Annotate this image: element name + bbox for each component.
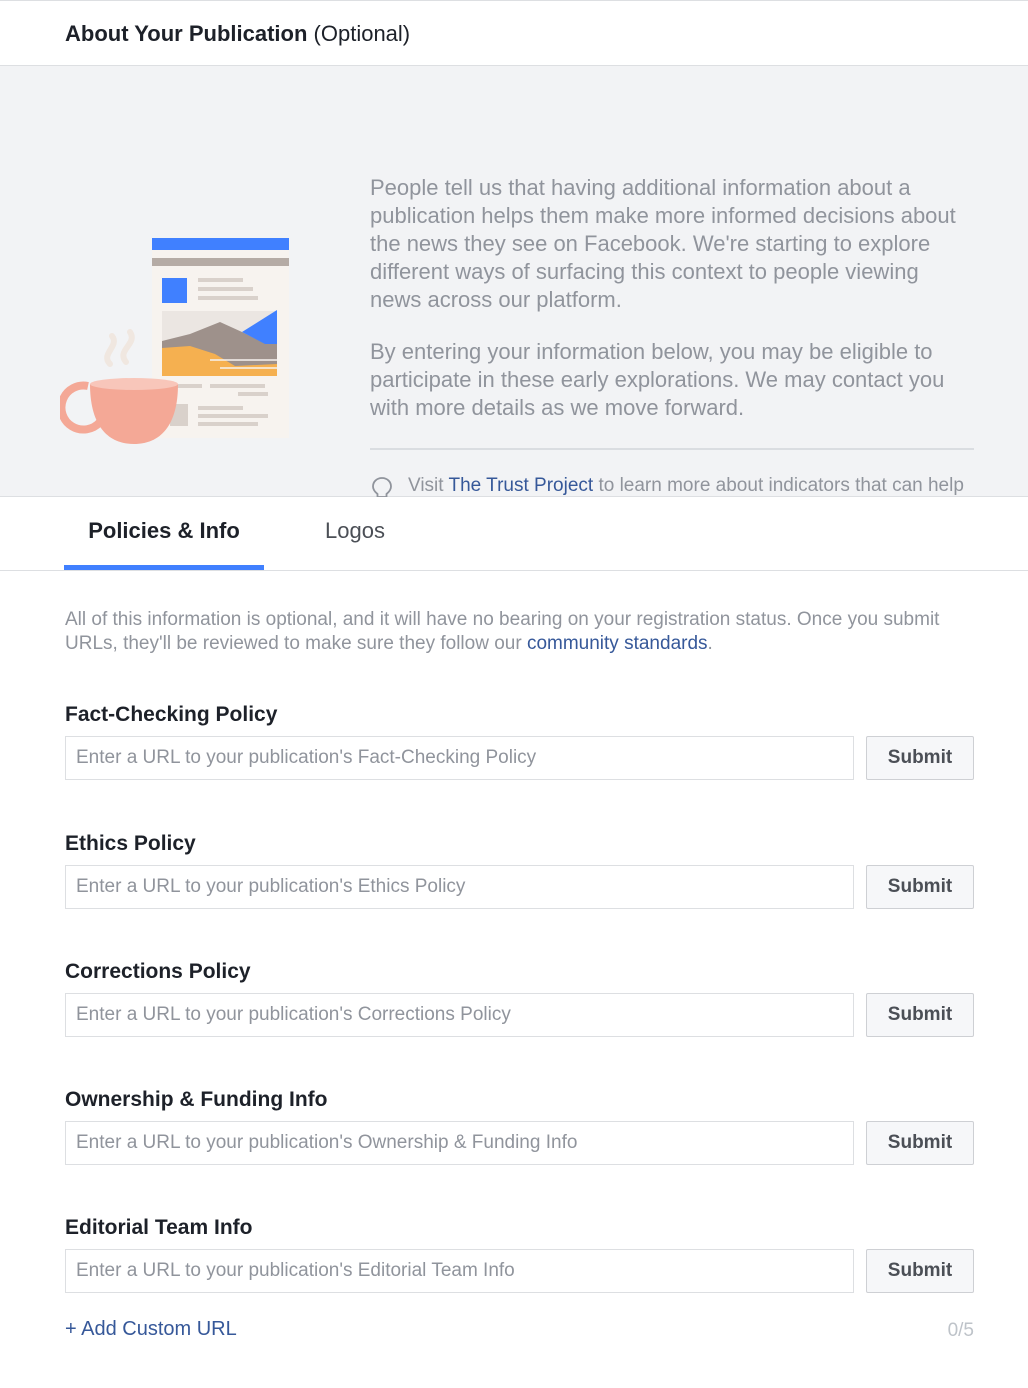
corrections-policy-label: Corrections Policy xyxy=(65,960,251,983)
section-title-optional: (Optional) xyxy=(313,21,411,46)
corrections-policy-submit-button[interactable]: Submit xyxy=(866,993,974,1037)
ethics-policy-label: Ethics Policy xyxy=(65,832,196,855)
corrections-policy-row: Submit xyxy=(65,993,974,1037)
editorial-team-info-label: Editorial Team Info xyxy=(65,1216,253,1239)
fact-checking-policy-field: Fact-Checking Policy Submit xyxy=(65,702,974,780)
ethics-policy-row: Submit xyxy=(65,865,974,909)
ownership-funding-info-row: Submit xyxy=(65,1121,974,1165)
optional-notice: All of this information is optional, and… xyxy=(65,608,985,656)
ownership-funding-info-field: Ownership & Funding Info Submit xyxy=(65,1087,974,1165)
intro-text: People tell us that having additional in… xyxy=(370,174,974,446)
ethics-policy-field: Ethics Policy Submit xyxy=(65,831,974,909)
ethics-policy-submit-button[interactable]: Submit xyxy=(866,865,974,909)
trust-project-link[interactable]: The Trust Project xyxy=(449,475,594,496)
section-title: About Your Publication (Optional) xyxy=(65,21,410,47)
ownership-funding-info-input[interactable] xyxy=(65,1121,854,1165)
intro-paragraph-2: By entering your information below, you … xyxy=(370,339,945,420)
notice-text: All of this information is optional, and… xyxy=(65,609,940,654)
add-custom-url-link[interactable]: + Add Custom URL xyxy=(65,1318,237,1341)
intro-divider xyxy=(370,448,974,450)
section-header: About Your Publication (Optional) xyxy=(0,0,1028,66)
corrections-policy-input[interactable] xyxy=(65,993,854,1037)
editorial-team-info-submit-button[interactable]: Submit xyxy=(866,1249,974,1293)
newspaper-coffee-illustration xyxy=(60,238,289,444)
community-standards-link[interactable]: community standards xyxy=(527,633,708,654)
editorial-team-info-row: Submit xyxy=(65,1249,974,1293)
fact-checking-policy-input[interactable] xyxy=(65,736,854,780)
intro-panel: People tell us that having additional in… xyxy=(0,66,1028,520)
editorial-team-info-input[interactable] xyxy=(65,1249,854,1293)
fact-checking-policy-row: Submit xyxy=(65,736,974,780)
ownership-funding-info-label: Ownership & Funding Info xyxy=(65,1088,328,1111)
tab-bar: Policies & Info Logos xyxy=(0,497,1028,571)
tip-prefix: Visit xyxy=(408,475,444,496)
ownership-funding-info-submit-button[interactable]: Submit xyxy=(866,1121,974,1165)
fact-checking-policy-submit-button[interactable]: Submit xyxy=(866,736,974,780)
ethics-policy-input[interactable] xyxy=(65,865,854,909)
intro-paragraph-1: People tell us that having additional in… xyxy=(370,175,956,312)
fact-checking-policy-label: Fact-Checking Policy xyxy=(65,703,278,726)
tab-logos[interactable]: Logos xyxy=(300,497,410,570)
notice-end: . xyxy=(707,633,713,654)
tab-policies-info[interactable]: Policies & Info xyxy=(64,497,264,570)
corrections-policy-field: Corrections Policy Submit xyxy=(65,959,974,1037)
section-title-bold: About Your Publication xyxy=(65,21,308,46)
custom-url-counter: 0/5 xyxy=(947,1320,974,1341)
editorial-team-info-field: Editorial Team Info Submit xyxy=(65,1215,974,1293)
